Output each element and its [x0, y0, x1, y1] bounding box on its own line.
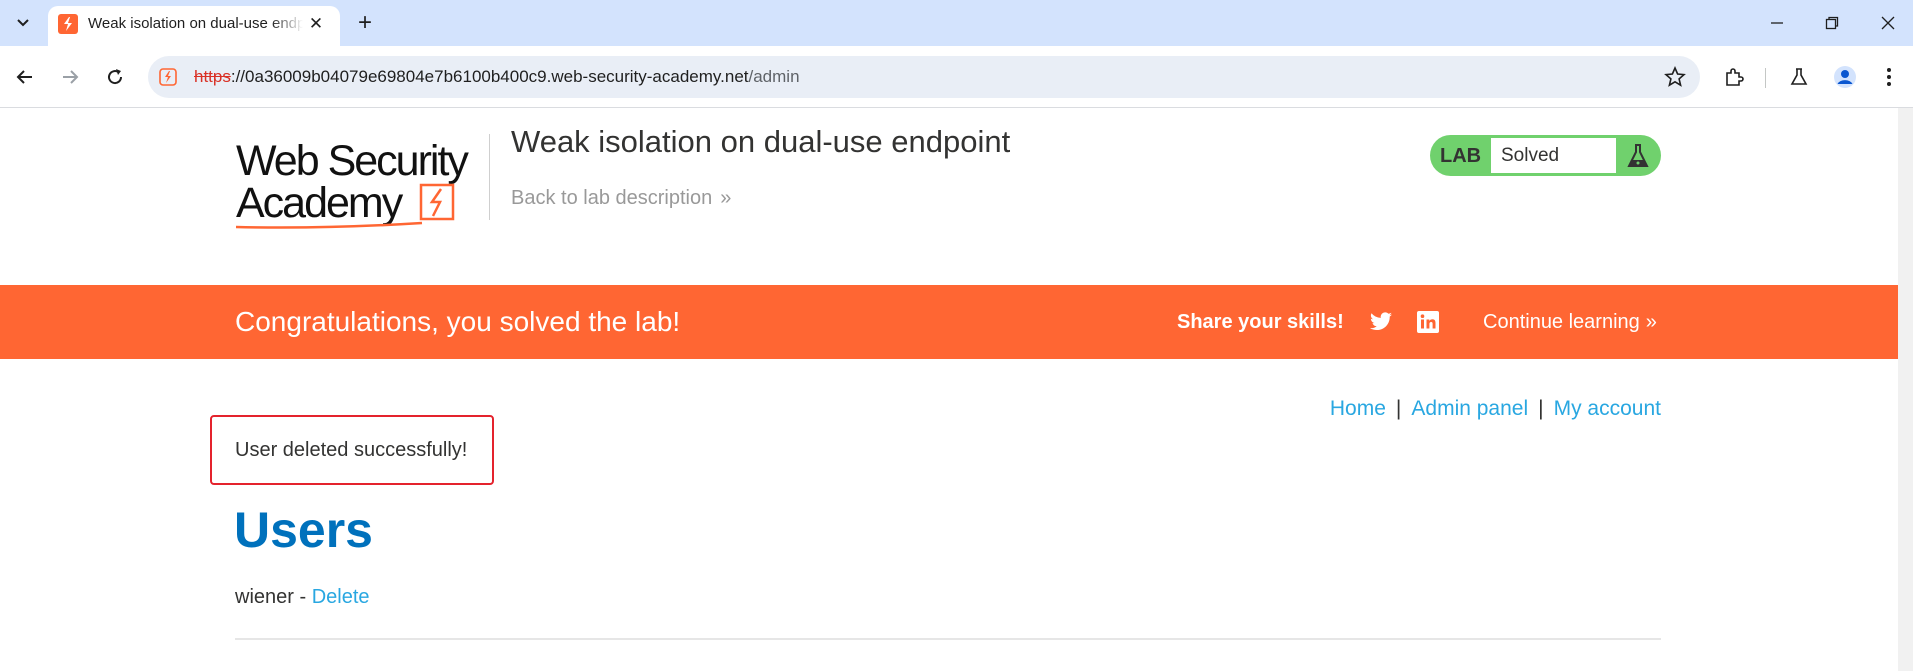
nav-separator: | [1395, 397, 1402, 420]
back-to-lab-description-link[interactable]: Back to lab description » [511, 187, 732, 210]
share-skills-label: Share your skills! [1177, 311, 1344, 333]
status-text-box: Solved [1491, 138, 1616, 173]
lab-badge: LAB [1440, 145, 1482, 167]
flask-icon [1626, 143, 1650, 169]
address-bar[interactable]: https://0a36009b04079e69804e7b6100b400c9… [148, 56, 1700, 98]
back-link-label: Back to lab description [511, 187, 713, 209]
twitter-icon[interactable] [1368, 310, 1394, 334]
menu-kebab-icon[interactable] [1873, 61, 1905, 93]
minimize-icon[interactable] [1757, 8, 1797, 38]
site-info-icon[interactable] [156, 65, 180, 89]
tab-list-icon[interactable] [8, 8, 38, 38]
continue-learning-link[interactable]: Continue learning» [1483, 311, 1657, 334]
toolbar-divider [1765, 68, 1766, 88]
browser-toolbar: https://0a36009b04079e69804e7b6100b400c9… [0, 46, 1913, 108]
page-content: Web Security Academy Weak isolation on d… [0, 108, 1898, 671]
url-host: ://0a36009b04079e69804e7b6100b400c9.web-… [230, 67, 749, 86]
nav-home-link[interactable]: Home [1330, 397, 1386, 420]
close-icon[interactable]: ✕ [304, 12, 328, 36]
new-tab-icon[interactable]: + [350, 8, 380, 38]
favicon-icon [58, 14, 78, 34]
reload-icon[interactable] [99, 61, 131, 93]
restore-icon[interactable] [1812, 8, 1852, 38]
header-divider [489, 134, 490, 220]
url-path: /admin [748, 67, 800, 86]
profile-icon[interactable] [1829, 61, 1861, 93]
browser-tabstrip: Weak isolation on dual-use endpoint ✕ + [0, 0, 1913, 46]
user-list-item: wiener - Delete [235, 586, 370, 609]
linkedin-icon[interactable] [1416, 310, 1440, 334]
horizontal-rule [235, 638, 1661, 640]
logo-line1: Web Security [236, 137, 469, 185]
url-scheme: https [194, 67, 231, 86]
tab-title: Weak isolation on dual-use endpoint [88, 15, 303, 32]
lab-status-text: Solved [1501, 145, 1560, 166]
nav-admin-panel-link[interactable]: Admin panel [1411, 397, 1528, 420]
top-navigation: Home | Admin panel | My account [1330, 397, 1661, 421]
nav-my-account-link[interactable]: My account [1554, 397, 1661, 420]
success-message-box: User deleted successfully! [210, 415, 494, 485]
delete-user-link[interactable]: Delete [312, 586, 370, 608]
user-name: wiener [235, 586, 294, 608]
chevron-right-icon: » [1645, 311, 1657, 333]
logo-line2: Academy [236, 179, 404, 227]
nav-separator: | [1538, 397, 1544, 420]
forward-icon[interactable] [54, 61, 86, 93]
web-security-academy-logo[interactable]: Web Security Academy [235, 134, 486, 232]
solved-banner: Congratulations, you solved the lab! Sha… [0, 285, 1898, 359]
bookmark-star-icon[interactable] [1664, 65, 1686, 88]
labs-flask-icon[interactable] [1783, 61, 1815, 93]
users-heading: Users [234, 502, 373, 558]
continue-learning-label: Continue learning [1483, 311, 1640, 333]
lab-title: Weak isolation on dual-use endpoint [511, 124, 1011, 159]
window-close-icon[interactable] [1868, 8, 1908, 38]
url-text: https://0a36009b04079e69804e7b6100b400c9… [194, 67, 800, 87]
browser-tab[interactable]: Weak isolation on dual-use endpoint ✕ [48, 6, 340, 46]
user-separator: - [293, 586, 312, 608]
back-icon[interactable] [9, 61, 41, 93]
success-message: User deleted successfully! [235, 439, 468, 461]
chevron-right-icon: » [720, 187, 731, 209]
lab-status-widget: LAB Solved [1430, 135, 1661, 176]
congratulations-message: Congratulations, you solved the lab! [235, 306, 681, 337]
page-scrollbar[interactable] [1898, 108, 1913, 671]
extensions-icon[interactable] [1718, 61, 1750, 93]
